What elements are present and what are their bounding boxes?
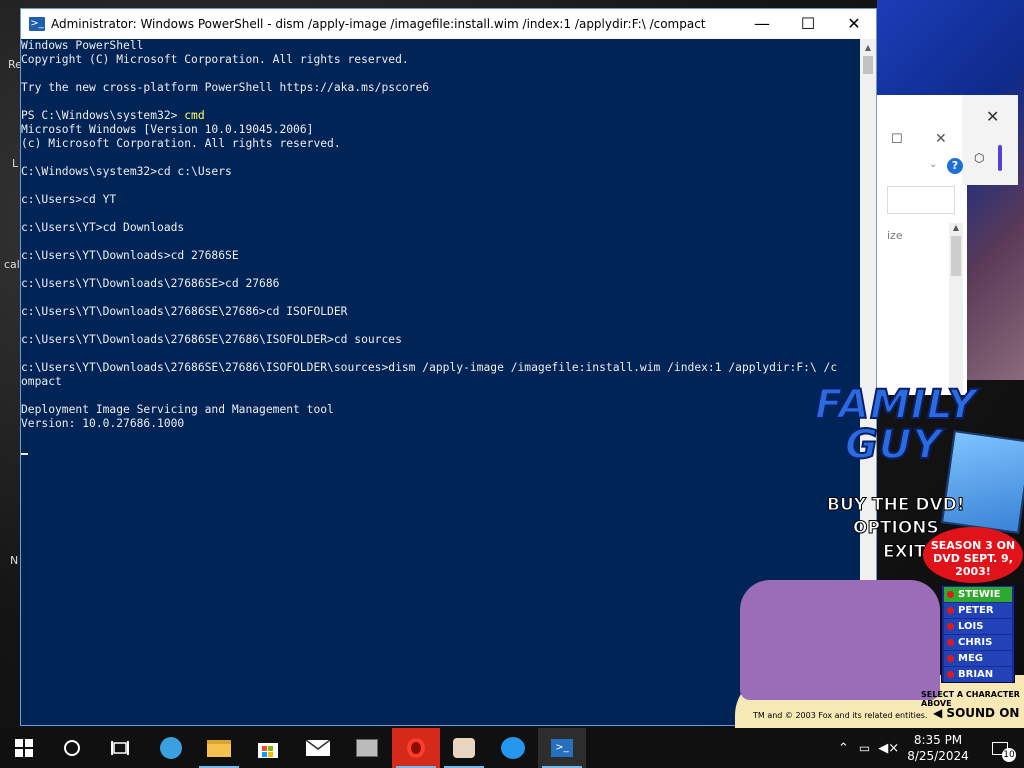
copyright-text: TM and © 2003 Fox and its related entiti…	[753, 711, 928, 720]
notification-count-badge: 10	[1002, 748, 1016, 762]
scroll-up-icon[interactable]: ▲	[949, 223, 963, 232]
console-line: c:\Users\YT>cd Downloads	[21, 221, 185, 234]
cortana-search-icon[interactable]	[48, 728, 96, 768]
console-line: c:\Users>cd YT	[21, 193, 117, 206]
family-guy-logo: FAMILY GUY	[814, 384, 977, 468]
browser-icon[interactable]	[147, 728, 195, 768]
column-header-size[interactable]: ize	[887, 229, 903, 242]
console-command: cmd	[184, 109, 205, 122]
console-line: c:\Users\YT\Downloads\27686SE>cd 27686	[21, 277, 280, 290]
buy-dvd-button[interactable]: BUY THE DVD!	[826, 495, 964, 516]
cube-icon[interactable]: ⬡	[974, 151, 984, 165]
clock-date: 8/25/2024	[907, 749, 969, 763]
minimize-icon: —	[754, 14, 770, 33]
scroll-up-icon[interactable]: ▲	[860, 39, 876, 56]
maximize-icon: ☐	[800, 14, 816, 33]
volume-muted-icon[interactable]: ◀×	[878, 741, 899, 756]
maximize-icon[interactable]: ☐	[891, 132, 903, 147]
console-line: Deployment Image Servicing and Managemen…	[21, 403, 334, 416]
accent-bar	[998, 145, 1002, 171]
sound-label: SOUND ON	[946, 706, 1020, 720]
close-button[interactable]: ✕	[831, 9, 877, 38]
maximize-button[interactable]: ☐	[785, 9, 831, 38]
background-window-toolbar: ✕ ⬡	[962, 95, 1018, 185]
opera-icon[interactable]	[392, 728, 440, 768]
close-icon[interactable]: ✕	[935, 131, 947, 147]
chevron-down-icon[interactable]: ⌄	[929, 159, 937, 170]
minimize-button[interactable]: —	[739, 9, 785, 38]
task-view-icon[interactable]	[96, 728, 144, 768]
character-peter[interactable]: PETER	[944, 603, 1012, 618]
console-line: Version: 10.0.27686.1000	[21, 417, 185, 430]
docker-icon[interactable]	[489, 728, 537, 768]
console-line: ompact	[21, 375, 62, 388]
console-line: c:\Users\YT\Downloads>cd 27686SE	[21, 249, 239, 262]
scrollbar[interactable]: ▲	[949, 223, 963, 393]
scrollbar-thumb[interactable]	[863, 56, 873, 74]
search-input[interactable]	[887, 186, 955, 214]
speaker-icon: ◀	[933, 706, 943, 720]
sound-toggle[interactable]: ◀ SOUND ON	[933, 706, 1019, 720]
console-line: Copyright (C) Microsoft Corporation. All…	[21, 53, 409, 66]
character-meg[interactable]: MEG	[944, 651, 1012, 666]
console-line: PS C:\Windows\system32>	[21, 109, 185, 122]
character-lois[interactable]: LOIS	[944, 619, 1012, 634]
window-title: Administrator: Windows PowerShell - dism…	[51, 16, 706, 31]
character-chris[interactable]: CHRIS	[944, 635, 1012, 650]
title-bar[interactable]: >_ Administrator: Windows PowerShell - d…	[21, 9, 876, 38]
family-guy-app-icon[interactable]	[440, 728, 488, 768]
character-stewie[interactable]: STEWIE	[944, 587, 1012, 602]
file-explorer-icon[interactable]	[195, 728, 243, 768]
background-explorer-window[interactable]: ☐ ✕ ⌄ ize ▲	[876, 95, 967, 395]
system-tray: ⌃ ▭ ◀×	[838, 728, 899, 768]
logo-line-2: GUY	[844, 422, 943, 468]
mail-icon[interactable]	[294, 728, 342, 768]
powershell-icon: >_	[29, 16, 45, 31]
chevron-up-icon[interactable]: ⌃	[838, 741, 849, 756]
console-line: (c) Microsoft Corporation. All rights re…	[21, 137, 341, 150]
action-center-button[interactable]: 10	[978, 728, 1022, 768]
season-badge: SEASON 3 ON DVD SEPT. 9, 2003!	[923, 527, 1023, 583]
console-line: C:\Windows\system32>cd c:\Users	[21, 165, 232, 178]
close-icon[interactable]: ✕	[986, 107, 999, 126]
taskbar: >_ ⌃ ▭ ◀× 8:35 PM 8/25/2024 10	[0, 728, 1024, 768]
clock-time: 8:35 PM	[913, 733, 963, 747]
console-line: c:\Users\YT\Downloads\27686SE\27686\ISOF…	[21, 333, 402, 346]
network-icon[interactable]: ▭	[859, 741, 870, 755]
desktop-icon-label[interactable]: L	[12, 157, 18, 170]
exit-button[interactable]: EXIT	[883, 542, 927, 563]
options-button[interactable]: OPTIONS	[853, 518, 940, 539]
close-icon: ✕	[847, 14, 861, 33]
app-icon[interactable]	[343, 728, 391, 768]
character-brian[interactable]: BRIAN	[944, 667, 1012, 682]
help-icon[interactable]: ?	[947, 158, 963, 174]
console-line: Microsoft Windows [Version 10.0.19045.20…	[21, 123, 314, 136]
console-line: c:\Users\YT\Downloads\27686SE\27686>cd I…	[21, 305, 348, 318]
family-guy-app[interactable]: FAMILY GUY BUY THE DVD! OPTIONS EXIT SEA…	[735, 384, 1024, 728]
character-list: STEWIE PETER LOIS CHRIS MEG BRIAN	[941, 585, 1015, 683]
desktop-icon-label[interactable]: N	[10, 554, 18, 567]
desktop-icon-label[interactable]: cal	[4, 258, 20, 271]
powershell-icon[interactable]: >_	[538, 728, 586, 768]
text-cursor	[21, 453, 28, 455]
microsoft-store-icon[interactable]	[244, 728, 292, 768]
scrollbar-thumb[interactable]	[951, 236, 961, 276]
console-line: Try the new cross-platform PowerShell ht…	[21, 81, 430, 94]
console-line: c:\Users\YT\Downloads\27686SE\27686\ISOF…	[21, 361, 838, 374]
console-line: Windows PowerShell	[21, 39, 144, 52]
windows-start-icon[interactable]	[0, 728, 48, 768]
taskbar-clock[interactable]: 8:35 PM 8/25/2024	[900, 728, 976, 768]
characters-on-couch-image	[740, 580, 940, 700]
